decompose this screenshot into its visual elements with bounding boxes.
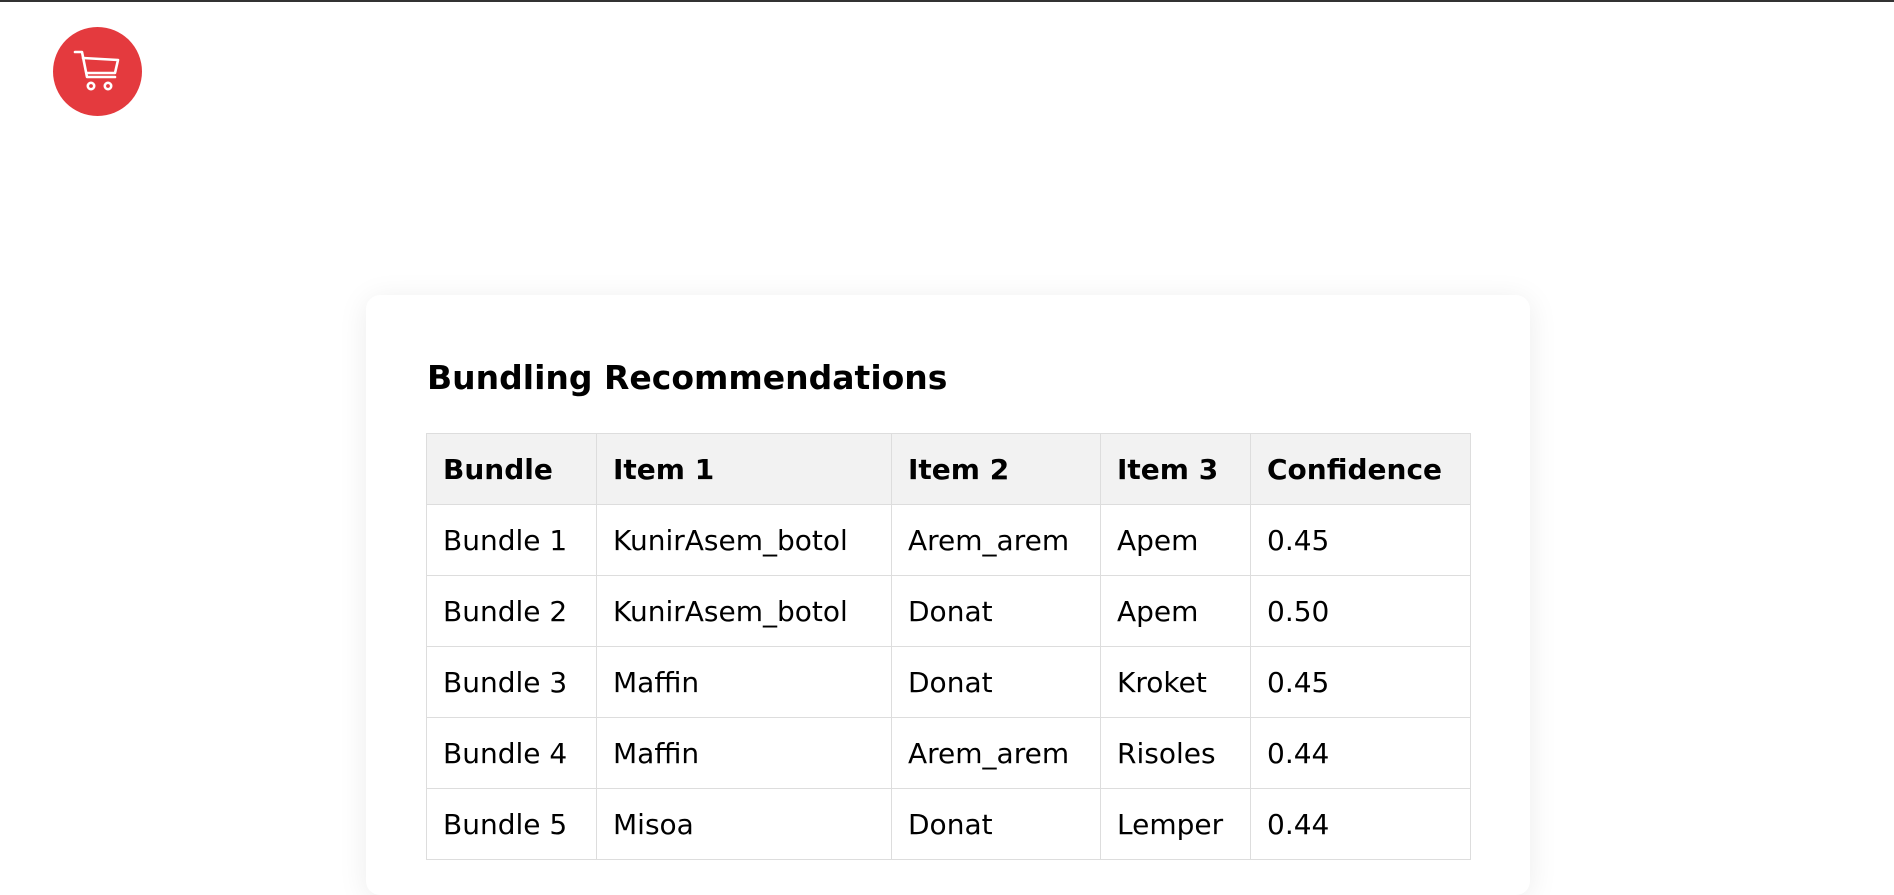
cell-item-2: Donat bbox=[891, 788, 1101, 860]
column-header-bundle: Bundle bbox=[426, 433, 597, 505]
cell-item-3: Apem bbox=[1100, 504, 1251, 576]
cell-item-1: KunirAsem_botol bbox=[596, 504, 892, 576]
table-row: Bundle 4 Maffin Arem_arem Risoles 0.44 bbox=[426, 717, 1471, 789]
table-header-row: Bundle Item 1 Item 2 Item 3 Confidence bbox=[426, 433, 1471, 505]
bundles-table: Bundle Item 1 Item 2 Item 3 Confidence B… bbox=[426, 433, 1471, 860]
cell-bundle: Bundle 1 bbox=[426, 504, 597, 576]
table-row: Bundle 2 KunirAsem_botol Donat Apem 0.50 bbox=[426, 575, 1471, 647]
table-row: Bundle 1 KunirAsem_botol Arem_arem Apem … bbox=[426, 504, 1471, 576]
cell-item-1: KunirAsem_botol bbox=[596, 575, 892, 647]
card-title: Bundling Recommendations bbox=[427, 358, 948, 397]
column-header-item-3: Item 3 bbox=[1100, 433, 1251, 505]
cell-confidence: 0.44 bbox=[1250, 717, 1471, 789]
cell-item-2: Donat bbox=[891, 575, 1101, 647]
cell-item-3: Risoles bbox=[1100, 717, 1251, 789]
cell-item-2: Arem_arem bbox=[891, 504, 1101, 576]
column-header-item-2: Item 2 bbox=[891, 433, 1101, 505]
cell-item-3: Kroket bbox=[1100, 646, 1251, 718]
cart-button[interactable] bbox=[53, 27, 142, 116]
cell-item-1: Maffin bbox=[596, 646, 892, 718]
cell-bundle: Bundle 2 bbox=[426, 575, 597, 647]
cell-confidence: 0.45 bbox=[1250, 646, 1471, 718]
cell-confidence: 0.50 bbox=[1250, 575, 1471, 647]
table-row: Bundle 5 Misoa Donat Lemper 0.44 bbox=[426, 788, 1471, 860]
cell-item-1: Maffin bbox=[596, 717, 892, 789]
top-border bbox=[0, 0, 1894, 2]
cell-bundle: Bundle 5 bbox=[426, 788, 597, 860]
cell-bundle: Bundle 3 bbox=[426, 646, 597, 718]
cell-confidence: 0.45 bbox=[1250, 504, 1471, 576]
cell-item-2: Donat bbox=[891, 646, 1101, 718]
cell-item-1: Misoa bbox=[596, 788, 892, 860]
table-row: Bundle 3 Maffin Donat Kroket 0.45 bbox=[426, 646, 1471, 718]
cell-item-3: Apem bbox=[1100, 575, 1251, 647]
cell-bundle: Bundle 4 bbox=[426, 717, 597, 789]
cell-item-2: Arem_arem bbox=[891, 717, 1101, 789]
cell-item-3: Lemper bbox=[1100, 788, 1251, 860]
column-header-confidence: Confidence bbox=[1250, 433, 1471, 505]
column-header-item-1: Item 1 bbox=[596, 433, 892, 505]
recommendations-card: Bundling Recommendations Bundle Item 1 I… bbox=[366, 295, 1530, 895]
shopping-cart-icon bbox=[72, 46, 124, 98]
cell-confidence: 0.44 bbox=[1250, 788, 1471, 860]
